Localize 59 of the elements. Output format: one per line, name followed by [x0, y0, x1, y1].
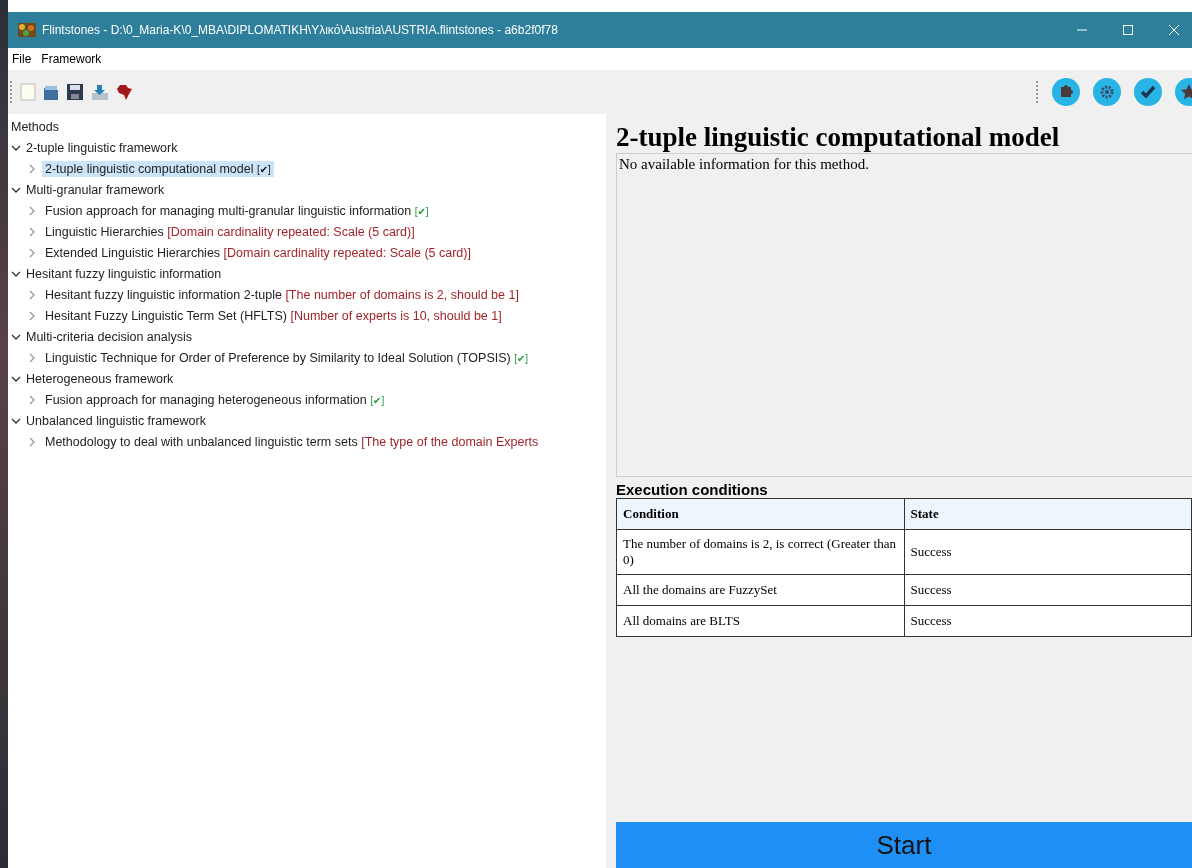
- tree-item[interactable]: 2-tuple linguistic computational model [✔]: [42, 160, 274, 177]
- tree-item[interactable]: Fusion approach for managing multi-granular linguistic information [✔]: [42, 202, 432, 219]
- panel-title: Methods: [11, 120, 60, 134]
- info-text: No available information for this method.: [619, 156, 869, 172]
- tree-group[interactable]: Multi-granular framework: [26, 182, 165, 197]
- chevron-right-icon[interactable]: [27, 352, 37, 363]
- status-note: [The type of the domain Experts: [361, 434, 539, 449]
- save-icon[interactable]: [66, 83, 84, 101]
- column-header: State: [904, 498, 1192, 530]
- table-cell: All domains are BLTS: [616, 605, 904, 637]
- status-note: [Domain cardinality repeated: Scale (5 card)]: [223, 245, 471, 260]
- tree-group[interactable]: Hesitant fuzzy linguistic information: [26, 266, 222, 281]
- tree-group[interactable]: Unbalanced linguistic framework: [26, 413, 206, 428]
- chevron-right-icon[interactable]: [27, 163, 37, 174]
- start-button[interactable]: Start: [616, 822, 1192, 868]
- menu-item[interactable]: File: [12, 52, 32, 66]
- map-icon[interactable]: [116, 83, 134, 101]
- tree-item[interactable]: Linguistic Hierarchies [Domain cardinality repeated: Scale (5 card)]: [42, 223, 418, 240]
- chevron-right-icon[interactable]: [27, 289, 37, 300]
- chevron-right-icon[interactable]: [27, 226, 37, 237]
- method-title: 2-tuple linguistic computational model: [616, 122, 1061, 153]
- tree-item[interactable]: Fusion approach for managing heterogeneous information [✔]: [42, 391, 388, 408]
- check-icon[interactable]: [1133, 77, 1163, 107]
- chevron-right-icon[interactable]: [27, 394, 37, 405]
- gear-icon[interactable]: [1092, 77, 1122, 107]
- tree-item[interactable]: Linguistic Technique for Order of Preference by Similarity to Ideal Solution (TOPSIS) [✔]: [42, 349, 532, 366]
- status-note: [✔]: [414, 205, 429, 217]
- section-title: Execution conditions: [616, 481, 769, 498]
- tree-item[interactable]: Extended Linguistic Hierarchies [Domain cardinality repeated: Scale (5 card)]: [42, 244, 474, 261]
- table-cell: Success: [904, 529, 1192, 575]
- tree-item[interactable]: Methodology to deal with unbalanced linguistic term sets [The type of the domain Experts: [42, 433, 542, 450]
- chevron-right-icon[interactable]: [27, 205, 37, 216]
- folder-icon[interactable]: [42, 83, 60, 101]
- app-icon: [18, 23, 36, 37]
- menu-item[interactable]: Framework: [41, 52, 102, 66]
- status-note: [Number of experts is 10, should be 1]: [290, 308, 502, 323]
- column-header: Condition: [616, 498, 904, 530]
- status-note: [✔]: [370, 394, 385, 406]
- puzzle-icon[interactable]: [1051, 77, 1081, 107]
- table-cell: Success: [904, 574, 1192, 606]
- tree-item[interactable]: Hesitant fuzzy linguistic information 2-tuple [The number of domains is 2, should be 1]: [42, 286, 522, 303]
- tree-group[interactable]: Heterogeneous framework: [26, 371, 174, 386]
- table-cell: Success: [904, 605, 1192, 637]
- export-icon[interactable]: [90, 83, 110, 101]
- tree-group[interactable]: Multi-criteria decision analysis: [26, 329, 193, 344]
- status-note: [✔]: [514, 352, 529, 364]
- table-cell: All the domains are FuzzySet: [616, 574, 904, 606]
- status-note: [✔]: [256, 163, 271, 175]
- close-icon[interactable]: [1168, 24, 1180, 36]
- window-title: Flintstones - D:\0_Maria-K\0_MBA\DIPLOMATIKH\Υλικό\Austria\AUSTRIA.flintstones - a6b2f0f78: [42, 23, 558, 37]
- chevron-right-icon[interactable]: [27, 247, 37, 258]
- status-note: [Domain cardinality repeated: Scale (5 card)]: [167, 224, 415, 239]
- status-note: [The number of domains is 2, should be 1]: [285, 287, 519, 302]
- table-cell: The number of domains is 2, is correct (Greater than 0): [616, 529, 904, 575]
- tree-group[interactable]: 2-tuple linguistic framework: [26, 140, 178, 155]
- maximize-icon[interactable]: [1122, 24, 1134, 36]
- chevron-right-icon[interactable]: [27, 436, 37, 447]
- chevron-right-icon[interactable]: [27, 310, 37, 321]
- tree-item[interactable]: Hesitant Fuzzy Linguistic Term Set (HFLTS) [Number of experts is 10, should be 1]: [42, 307, 505, 324]
